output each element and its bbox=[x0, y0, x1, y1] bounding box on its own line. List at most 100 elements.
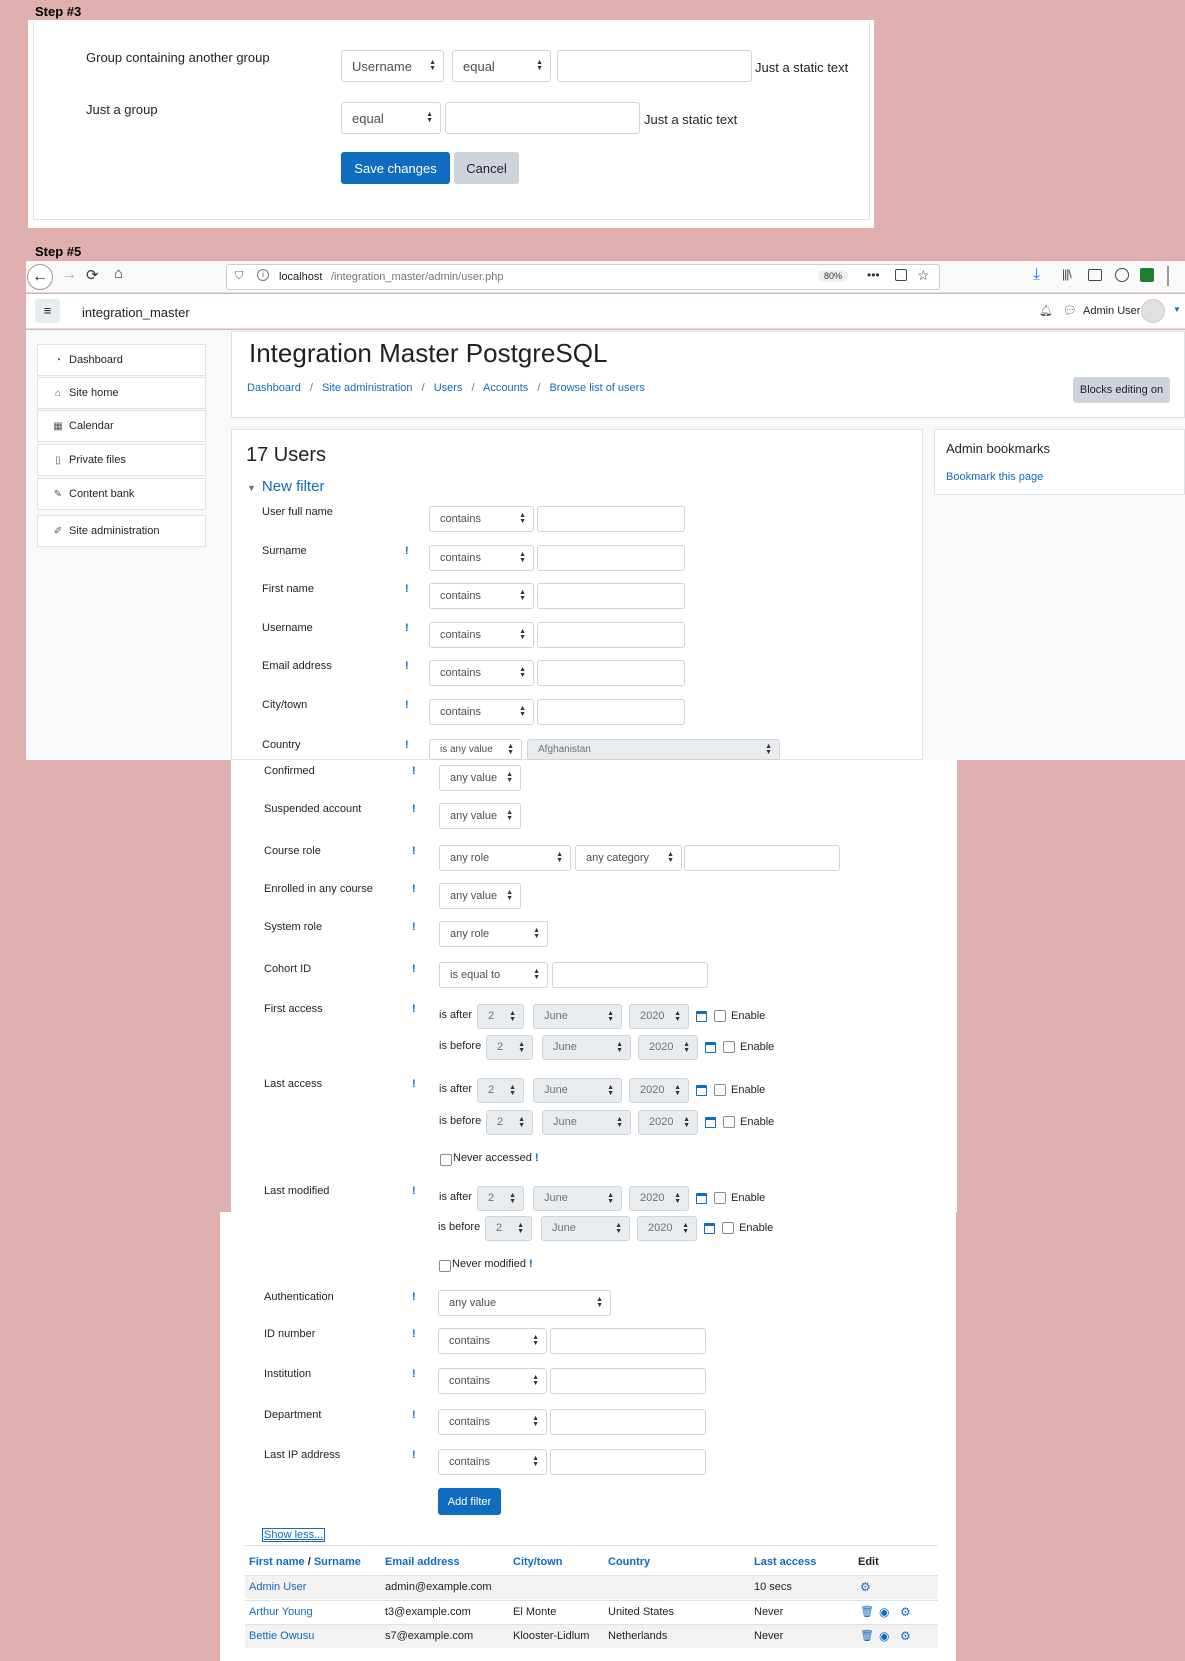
breadcrumb-site-administration[interactable]: Site administration bbox=[322, 382, 413, 394]
reload-icon[interactable]: ⟳ bbox=[86, 266, 99, 284]
sidebar-item-calendar[interactable]: ▦ Calendar bbox=[37, 410, 206, 442]
messages-icon[interactable]: 💬︎ bbox=[1063, 304, 1077, 317]
authentication-select[interactable]: any value ▲ ▼ bbox=[438, 1290, 611, 1316]
avatar[interactable] bbox=[1141, 299, 1165, 323]
help-icon[interactable]: ! bbox=[412, 1328, 416, 1340]
sidebar-item-content-bank[interactable]: ✎ Content bank bbox=[37, 478, 206, 510]
sort-surname-link[interactable]: Surname bbox=[314, 1556, 361, 1568]
forward-icon[interactable]: → bbox=[61, 266, 77, 284]
surname-value-input[interactable] bbox=[537, 545, 685, 571]
last-modified-after-year-select[interactable]: 2020 ▲ ▼ bbox=[629, 1186, 689, 1211]
cancel-button[interactable]: Cancel bbox=[454, 152, 519, 184]
help-icon[interactable]: ! bbox=[412, 1291, 416, 1303]
help-icon[interactable]: ! bbox=[405, 660, 409, 672]
last-modified-after-enable-checkbox[interactable] bbox=[714, 1192, 726, 1204]
breadcrumb-browse-list-of-users[interactable]: Browse list of users bbox=[549, 382, 644, 394]
last-access-after-month-select[interactable]: June ▲ ▼ bbox=[533, 1078, 622, 1103]
first-name-value-input[interactable] bbox=[537, 583, 685, 609]
last-access-before-month-select[interactable]: June ▲ ▼ bbox=[542, 1110, 631, 1135]
first-access-after-day-select[interactable]: 2 ▲ ▼ bbox=[477, 1004, 524, 1029]
group-text-input[interactable] bbox=[445, 102, 640, 134]
star-icon[interactable]: ☆ bbox=[917, 267, 930, 284]
first-access-before-day-select[interactable]: 2 ▲ ▼ bbox=[486, 1035, 533, 1060]
institution-operator-select[interactable]: contains ▲ ▼ bbox=[438, 1368, 547, 1394]
help-icon[interactable]: ! bbox=[412, 1409, 416, 1421]
sidebar-item-site-home[interactable]: ⌂ Site home bbox=[37, 377, 206, 409]
username-operator-select[interactable]: contains ▲ ▼ bbox=[429, 622, 534, 648]
show-less-link[interactable]: Show less... bbox=[262, 1528, 326, 1542]
back-icon[interactable]: ← bbox=[27, 264, 53, 290]
first-access-before-enable-checkbox[interactable] bbox=[723, 1041, 735, 1053]
sort-country-link[interactable]: Country bbox=[608, 1556, 650, 1568]
sidebar-item-dashboard[interactable]: ◔ Dashboard bbox=[37, 344, 206, 376]
gear-icon[interactable]: ⚙ bbox=[900, 1629, 911, 1643]
sort-email-link[interactable]: Email address bbox=[385, 1556, 460, 1568]
help-icon[interactable]: ! bbox=[412, 963, 416, 975]
country-operator-select[interactable]: is any value ▲ ▼ bbox=[429, 739, 522, 760]
cohort-operator-select[interactable]: is equal to ▲ ▼ bbox=[439, 962, 548, 988]
email-operator-select[interactable]: contains ▲ ▼ bbox=[429, 660, 534, 686]
help-icon[interactable]: ! bbox=[405, 699, 409, 711]
help-icon[interactable]: ! bbox=[412, 921, 416, 933]
user-name-link[interactable]: Bettie Owusu bbox=[249, 1630, 314, 1642]
last-ip-operator-select[interactable]: contains ▲ ▼ bbox=[438, 1449, 547, 1475]
course-category-select[interactable]: any category ▲ ▼ bbox=[575, 845, 682, 871]
sidebar-item-private-files[interactable]: ▯ Private files bbox=[37, 444, 206, 476]
last-access-after-day-select[interactable]: 2 ▲ ▼ bbox=[477, 1078, 524, 1103]
gear-icon[interactable]: ⚙ bbox=[900, 1605, 911, 1619]
operator-select[interactable]: equal ▲ ▼ bbox=[341, 102, 441, 134]
menu-icon[interactable]: ≡ bbox=[35, 299, 60, 323]
calendar-icon[interactable] bbox=[705, 1117, 716, 1128]
id-number-operator-select[interactable]: contains ▲ ▼ bbox=[438, 1328, 547, 1354]
username-select[interactable]: Username ▲ ▼ bbox=[341, 50, 444, 82]
help-icon[interactable]: ! bbox=[405, 622, 409, 634]
last-access-before-year-select[interactable]: 2020 ▲ ▼ bbox=[638, 1110, 698, 1135]
eye-icon[interactable]: ◉ bbox=[879, 1629, 889, 1643]
last-modified-before-day-select[interactable]: 2 ▲ ▼ bbox=[485, 1216, 532, 1241]
city-value-input[interactable] bbox=[537, 699, 685, 725]
username-value-input[interactable] bbox=[537, 622, 685, 648]
breadcrumb-accounts[interactable]: Accounts bbox=[483, 382, 528, 394]
calendar-icon[interactable] bbox=[704, 1223, 715, 1234]
last-access-after-enable-checkbox[interactable] bbox=[714, 1084, 726, 1096]
help-icon[interactable]: ! bbox=[412, 1368, 416, 1380]
user-full-name-value-input[interactable] bbox=[537, 506, 685, 532]
help-icon[interactable]: ! bbox=[412, 1185, 416, 1197]
add-filter-button[interactable]: Add filter bbox=[438, 1488, 501, 1515]
blocks-editing-button[interactable]: Blocks editing on bbox=[1073, 377, 1170, 403]
institution-value-input[interactable] bbox=[550, 1368, 706, 1394]
breadcrumb-dashboard[interactable]: Dashboard bbox=[247, 382, 301, 394]
city-operator-select[interactable]: contains ▲ ▼ bbox=[429, 699, 534, 725]
help-icon[interactable]: ! bbox=[529, 1258, 533, 1270]
eye-icon[interactable]: ◉ bbox=[879, 1605, 889, 1619]
help-icon[interactable]: ! bbox=[412, 1003, 416, 1015]
download-icon[interactable]: ⤓ bbox=[1033, 266, 1040, 284]
first-access-after-enable-checkbox[interactable] bbox=[714, 1010, 726, 1022]
surname-operator-select[interactable]: contains ▲ ▼ bbox=[429, 545, 534, 571]
help-icon[interactable]: ! bbox=[412, 765, 416, 777]
last-modified-before-enable-checkbox[interactable] bbox=[722, 1222, 734, 1234]
gear-icon[interactable]: ⚙ bbox=[860, 1580, 871, 1594]
last-modified-after-day-select[interactable]: 2 ▲ ▼ bbox=[477, 1186, 524, 1211]
trash-icon[interactable]: 🗑︎ bbox=[860, 1629, 874, 1642]
course-role-select[interactable]: any role ▲ ▼ bbox=[439, 845, 571, 871]
enrolled-select[interactable]: any value ▲ ▼ bbox=[439, 883, 521, 909]
address-bar[interactable]: ⛉ i localhost /integration_master/admin/… bbox=[226, 264, 940, 290]
id-number-value-input[interactable] bbox=[550, 1328, 706, 1354]
first-access-after-year-select[interactable]: 2020 ▲ ▼ bbox=[629, 1004, 689, 1029]
sidebar-toggle-icon[interactable] bbox=[1088, 269, 1102, 281]
bookmark-this-page-link[interactable]: Bookmark this page bbox=[946, 471, 1043, 483]
help-icon[interactable]: ! bbox=[405, 583, 409, 595]
home-icon[interactable]: ⌂ bbox=[114, 265, 123, 282]
first-name-operator-select[interactable]: contains ▲ ▼ bbox=[429, 583, 534, 609]
help-icon[interactable]: ! bbox=[535, 1152, 539, 1164]
sort-city-link[interactable]: City/town bbox=[513, 1556, 563, 1568]
calendar-icon[interactable] bbox=[696, 1193, 707, 1204]
last-modified-before-year-select[interactable]: 2020 ▲ ▼ bbox=[637, 1216, 697, 1241]
calendar-icon[interactable] bbox=[705, 1042, 716, 1053]
help-icon[interactable]: ! bbox=[412, 1078, 416, 1090]
country-value-select[interactable]: Afghanistan ▲ ▼ bbox=[527, 739, 780, 760]
account-icon[interactable] bbox=[1115, 268, 1129, 282]
help-icon[interactable]: ! bbox=[412, 1449, 416, 1461]
system-role-select[interactable]: any role ▲ ▼ bbox=[439, 921, 548, 947]
